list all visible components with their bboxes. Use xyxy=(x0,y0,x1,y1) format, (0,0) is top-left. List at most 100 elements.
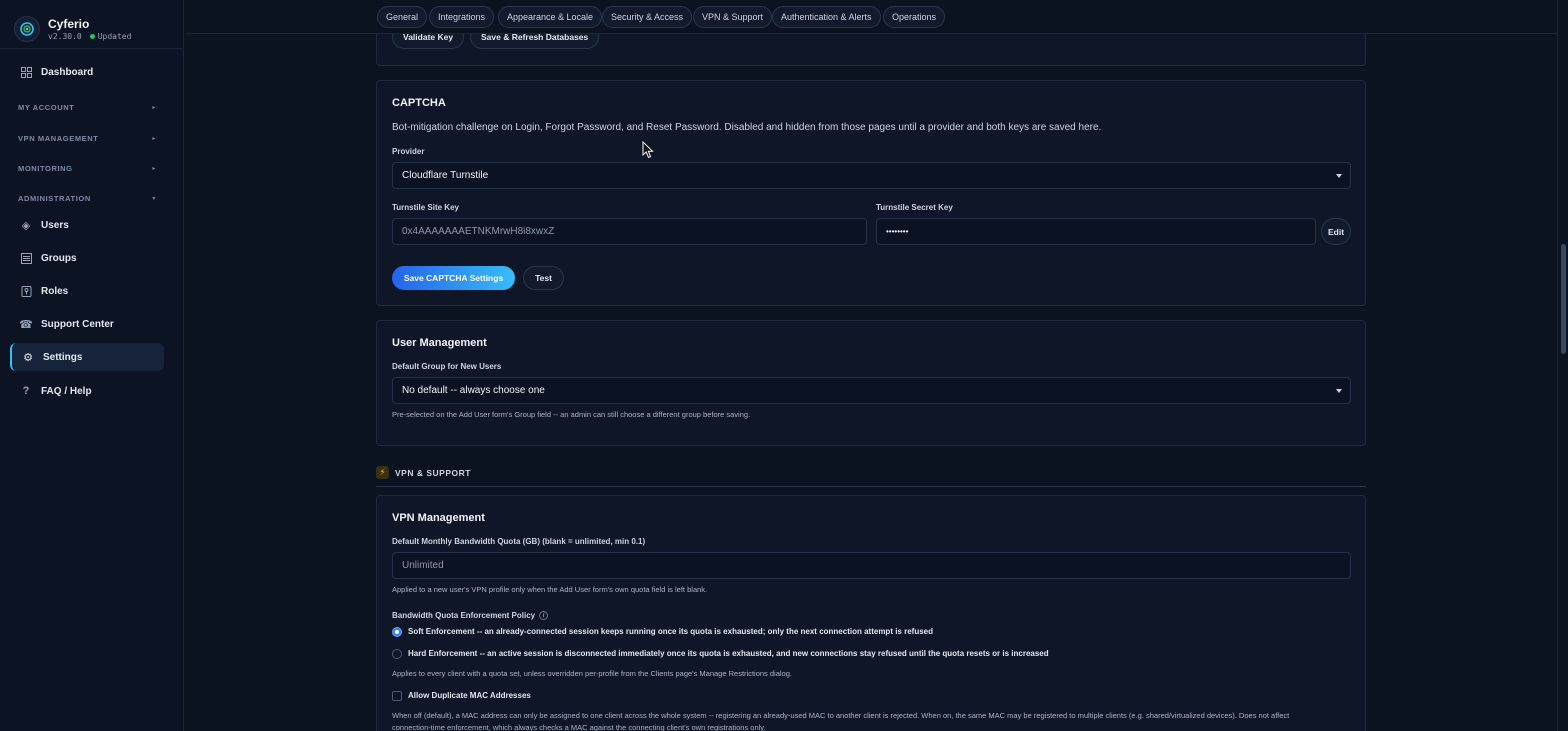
section-label: MONITORING xyxy=(18,164,73,173)
captcha-description: Bot-mitigation challenge on Login, Forgo… xyxy=(392,122,1102,133)
diamond-icon: ◈ xyxy=(21,219,31,232)
list-icon xyxy=(20,252,32,264)
sidebar-item-dashboard[interactable]: Dashboard xyxy=(10,58,164,86)
site-key-input[interactable]: 0x4AAAAAAAETNKMrwH8i8xwxZ xyxy=(392,218,867,245)
provider-label: Provider xyxy=(392,147,425,156)
chevron-down-icon xyxy=(1336,174,1342,178)
vpn-management-title: VPN Management xyxy=(392,512,485,524)
status-dot-icon xyxy=(89,34,95,39)
sidebar-item-groups[interactable]: Groups xyxy=(10,244,164,272)
quota-input[interactable]: Unlimited xyxy=(392,552,1351,579)
quota-label: Default Monthly Bandwidth Quota (GB) (bl… xyxy=(392,537,646,546)
brand[interactable]: Cyferio v2.30.0 Updated xyxy=(0,0,183,44)
sidebar-item-label: Users xyxy=(41,219,69,231)
policy-help: Applies to every client with a quota set… xyxy=(392,669,792,678)
section-label: VPN & SUPPORT xyxy=(395,468,471,478)
sidebar-item-label: Dashboard xyxy=(41,66,94,78)
soft-enforcement-radio[interactable] xyxy=(392,627,402,637)
tab-appearance-locale[interactable]: Appearance & Locale xyxy=(498,6,603,28)
quota-placeholder: Unlimited xyxy=(402,560,444,571)
info-icon[interactable]: i xyxy=(539,611,549,621)
mouse-pointer-icon xyxy=(642,141,654,159)
sidebar-item-label: Roles xyxy=(41,285,69,297)
captcha-title: CAPTCHA xyxy=(392,97,446,109)
question-icon: ? xyxy=(22,385,30,397)
sidebar-section-administration[interactable]: ADMINISTRATION ▾ xyxy=(18,194,156,203)
settings-tabbar: General Integrations Appearance & Locale… xyxy=(185,0,1557,34)
main-content: Validate Key Save & Refresh Databases Ge… xyxy=(185,0,1557,731)
update-status: Updated xyxy=(97,32,132,41)
sidebar-item-users[interactable]: ◈ Users xyxy=(10,211,164,239)
sidebar-item-faq[interactable]: ? FAQ / Help xyxy=(10,377,164,405)
site-key-value: 0x4AAAAAAAETNKMrwH8i8xwxZ xyxy=(402,226,555,237)
hard-enforcement-radio[interactable] xyxy=(392,649,402,659)
hard-enforcement-desc: -- an active session is disconnected imm… xyxy=(477,649,1049,658)
duplicate-mac-label[interactable]: Allow Duplicate MAC Addresses xyxy=(408,691,531,700)
gear-icon: ⚙ xyxy=(23,351,33,364)
tab-integrations[interactable]: Integrations xyxy=(429,6,495,28)
user-management-title: User Management xyxy=(392,337,487,349)
sidebar-item-settings[interactable]: ⚙ Settings xyxy=(10,343,164,371)
sidebar-item-support-center[interactable]: ☎ Support Center xyxy=(10,310,164,338)
hard-enforcement-name: Hard Enforcement xyxy=(408,649,478,658)
policy-label: Bandwidth Quota Enforcement Policy i xyxy=(392,611,549,621)
test-captcha-button[interactable]: Test xyxy=(523,266,564,290)
tab-security-access[interactable]: Security & Access xyxy=(602,6,693,28)
chevron-icon: ▸ xyxy=(152,105,156,111)
secret-key-value: •••••••• xyxy=(886,227,909,236)
secret-key-label: Turnstile Secret Key xyxy=(876,203,953,212)
chevron-down-icon xyxy=(1336,389,1342,393)
cyferio-logo-icon xyxy=(14,16,40,42)
duplicate-mac-checkbox[interactable] xyxy=(392,691,402,701)
app-name: Cyferio xyxy=(48,17,90,31)
key-icon xyxy=(20,285,32,297)
page-scrollbar[interactable] xyxy=(1557,0,1568,731)
sidebar-item-roles[interactable]: Roles xyxy=(10,277,164,305)
chevron-icon: ▸ xyxy=(152,136,156,142)
sidebar-section-my-account[interactable]: MY ACCOUNT ▸ xyxy=(18,103,156,112)
edit-secret-key-button[interactable]: Edit xyxy=(1321,218,1351,245)
duplicate-mac-help-line-1: When off (default), a MAC address can on… xyxy=(392,711,1290,720)
captcha-card: CAPTCHA Bot-mitigation challenge on Logi… xyxy=(376,80,1366,306)
tab-general[interactable]: General xyxy=(377,6,428,28)
section-vpn-support: ⚡ VPN & SUPPORT xyxy=(376,466,1366,487)
tab-authentication-alerts[interactable]: Authentication & Alerts xyxy=(772,6,881,28)
quota-help: Applied to a new user's VPN profile only… xyxy=(392,585,708,594)
soft-enforcement-option[interactable]: Soft Enforcement -- an already-connected… xyxy=(408,627,933,636)
default-group-select[interactable]: No default -- always choose one xyxy=(392,377,1351,404)
user-management-card: User Management Default Group for New Us… xyxy=(376,320,1366,446)
chevron-down-icon: ▾ xyxy=(152,196,156,202)
sidebar-item-label: FAQ / Help xyxy=(41,385,92,397)
chevron-icon: ▸ xyxy=(152,166,156,172)
hard-enforcement-option[interactable]: Hard Enforcement -- an active session is… xyxy=(408,649,1049,658)
section-label: VPN MANAGEMENT xyxy=(18,134,99,143)
scrollbar-thumb[interactable] xyxy=(1561,244,1566,354)
phone-icon: ☎ xyxy=(19,318,33,331)
sidebar-item-label: Groups xyxy=(41,252,77,264)
sidebar-item-label: Settings xyxy=(43,351,83,363)
section-label: MY ACCOUNT xyxy=(18,103,75,112)
secret-key-input[interactable]: •••••••• xyxy=(876,218,1316,245)
provider-select[interactable]: Cloudflare Turnstile xyxy=(392,162,1351,189)
save-captcha-button[interactable]: Save CAPTCHA Settings xyxy=(392,266,515,290)
sidebar-divider xyxy=(0,48,184,49)
sidebar: Cyferio v2.30.0 Updated Dashboard MY ACC… xyxy=(0,0,184,731)
policy-label-text: Bandwidth Quota Enforcement Policy xyxy=(392,611,536,620)
grid-icon xyxy=(20,66,32,78)
vpn-management-card: VPN Management Default Monthly Bandwidth… xyxy=(376,495,1366,731)
tab-operations[interactable]: Operations xyxy=(883,6,946,28)
soft-enforcement-name: Soft Enforcement xyxy=(408,627,475,636)
provider-value: Cloudflare Turnstile xyxy=(402,170,489,181)
sidebar-section-vpn-management[interactable]: VPN MANAGEMENT ▸ xyxy=(18,134,156,143)
default-group-help: Pre-selected on the Add User form's Grou… xyxy=(392,410,751,419)
section-label: ADMINISTRATION xyxy=(18,194,91,203)
sidebar-section-monitoring[interactable]: MONITORING ▸ xyxy=(18,164,156,173)
soft-enforcement-desc: -- an already-connected session keeps ru… xyxy=(474,627,933,636)
default-group-label: Default Group for New Users xyxy=(392,362,502,371)
tab-vpn-support[interactable]: VPN & Support xyxy=(693,6,773,28)
sidebar-item-label: Support Center xyxy=(41,318,114,330)
lightning-icon: ⚡ xyxy=(376,466,389,479)
default-group-value: No default -- always choose one xyxy=(402,385,545,396)
app-version: v2.30.0 xyxy=(48,32,82,41)
duplicate-mac-help-line-2: connection-time enforcement, which alway… xyxy=(392,723,766,731)
